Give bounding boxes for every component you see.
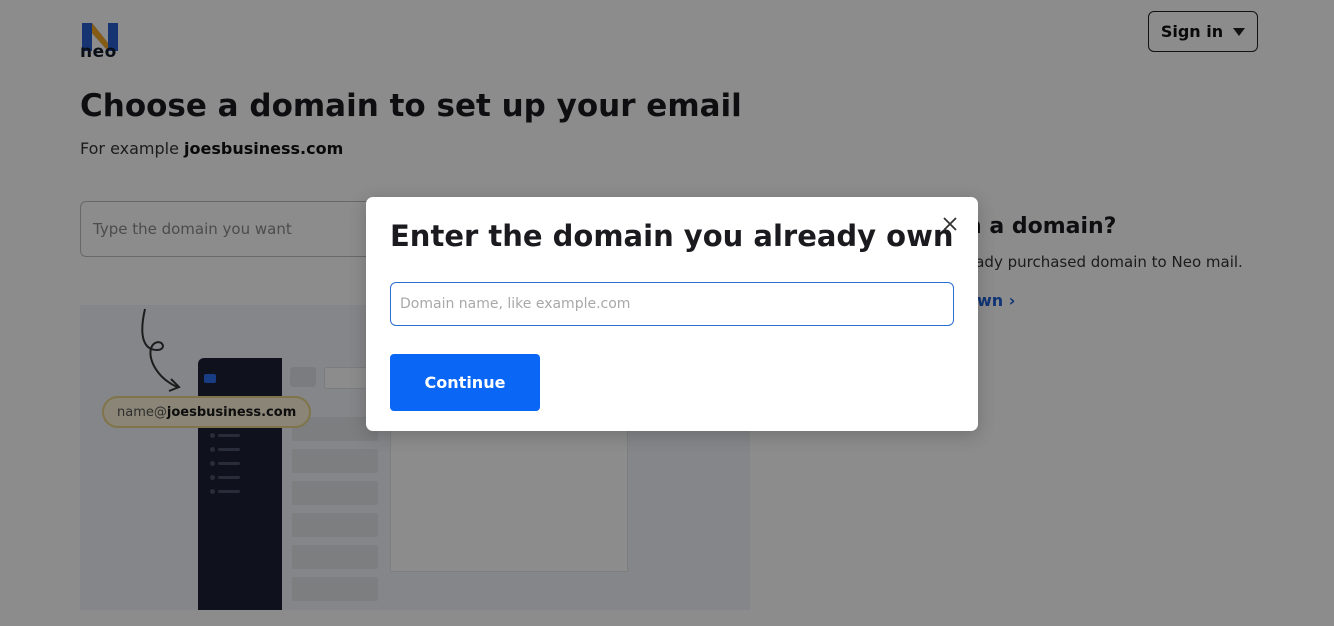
dialog-title: Enter the domain you already own: [390, 219, 954, 253]
domain-name-input[interactable]: [390, 282, 954, 326]
continue-button[interactable]: Continue: [390, 354, 540, 411]
close-icon[interactable]: [940, 214, 960, 234]
enter-domain-dialog: Enter the domain you already own Continu…: [366, 197, 978, 431]
